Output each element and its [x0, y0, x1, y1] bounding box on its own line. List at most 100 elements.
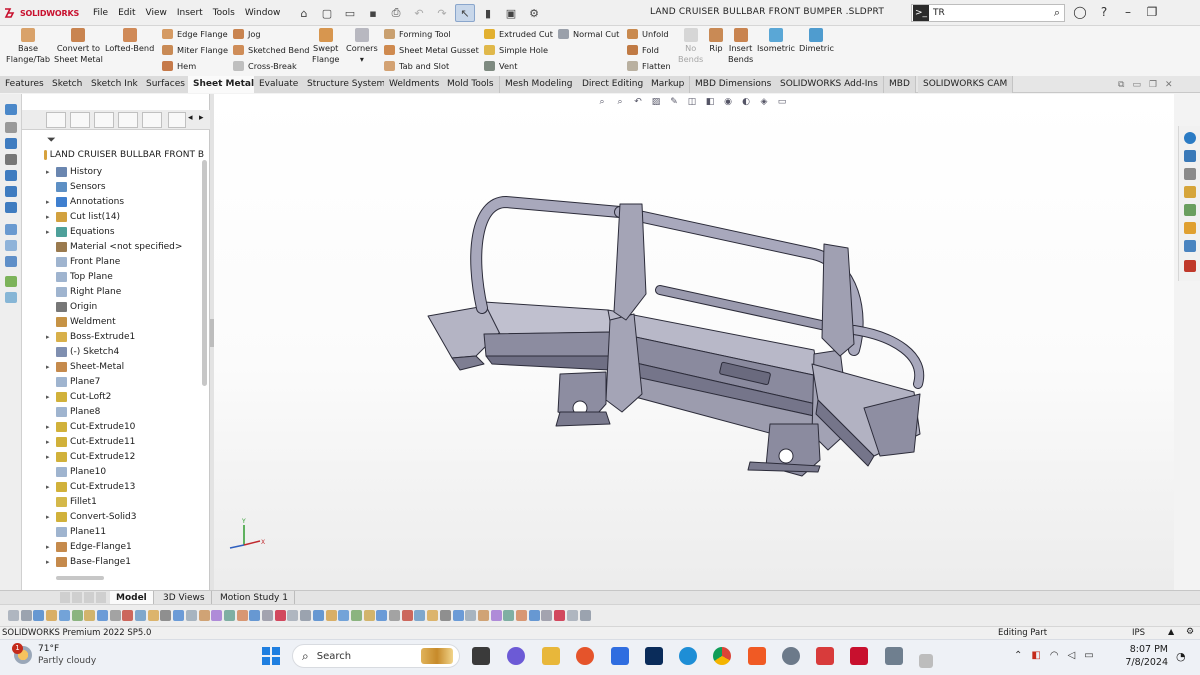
expand-arrow-icon[interactable]: ▸: [46, 363, 56, 371]
bottom-tool-icon[interactable]: [579, 610, 591, 621]
convert-to-sheet-metal-button[interactable]: Convert to Sheet Metal: [54, 28, 103, 65]
menu-view[interactable]: View: [141, 6, 172, 20]
forum-icon[interactable]: [1184, 260, 1196, 272]
redo-icon[interactable]: ↷: [432, 4, 452, 22]
tree-item[interactable]: Sensors: [46, 179, 106, 194]
sketched-bend-button[interactable]: Sketched Bend: [233, 44, 309, 56]
firefox-icon[interactable]: [576, 647, 594, 665]
tree-item[interactable]: Plane7: [46, 374, 100, 389]
tree-item[interactable]: ▸ Equations: [46, 224, 115, 239]
tab-mesh-modeling[interactable]: Mesh Modeling: [500, 76, 579, 93]
insert-bends-button[interactable]: Insert Bends: [728, 28, 753, 65]
folder-icon[interactable]: [1184, 186, 1196, 198]
section-view-icon[interactable]: ▨: [650, 96, 662, 108]
tab-motion-study[interactable]: Motion Study 1: [214, 591, 295, 605]
tree-item[interactable]: Plane10: [46, 464, 106, 479]
expand-arrow-icon[interactable]: ▸: [46, 558, 56, 566]
clock[interactable]: 8:07 PM 7/8/2024: [1124, 643, 1168, 669]
menu-insert[interactable]: Insert: [172, 6, 208, 20]
bottom-tool-icon[interactable]: [211, 610, 223, 621]
appearances-icon[interactable]: [1184, 222, 1196, 234]
traffic-light-icon[interactable]: ▮: [478, 4, 498, 22]
tree-item[interactable]: ▸ Boss-Extrude1: [46, 329, 135, 344]
dimetric-button[interactable]: Dimetric: [799, 28, 834, 54]
bottom-tool-icon[interactable]: [160, 610, 172, 621]
bottom-tool-icon[interactable]: [20, 610, 32, 621]
bottom-tool-icon[interactable]: [46, 610, 58, 621]
view-orientation-icon[interactable]: ◫: [686, 96, 698, 108]
expand-arrow-icon[interactable]: ▸: [46, 333, 56, 341]
edge-icon[interactable]: [679, 647, 697, 665]
hide-show-icon[interactable]: ◉: [722, 96, 734, 108]
customize-icon[interactable]: ⚙: [1186, 627, 1194, 637]
tab-surfaces[interactable]: Surfaces: [141, 76, 191, 93]
tree-item[interactable]: Weldment: [46, 314, 116, 329]
bottom-tool-icon[interactable]: [452, 610, 464, 621]
section-icon[interactable]: [5, 240, 17, 251]
bottom-tool-icon[interactable]: [147, 610, 159, 621]
bottom-tool-icon[interactable]: [541, 610, 553, 621]
snipping-icon[interactable]: [919, 654, 933, 668]
bottom-tool-icon[interactable]: [554, 610, 566, 621]
bottom-tool-icon[interactable]: [325, 610, 337, 621]
menu-edit[interactable]: Edit: [113, 6, 140, 20]
tab-sketch-ink[interactable]: Sketch Ink: [86, 76, 144, 93]
last-tab-icon[interactable]: [96, 592, 106, 603]
tree-item[interactable]: ▸ Cut-Extrude11: [46, 434, 135, 449]
bottom-tool-icon[interactable]: [503, 610, 515, 621]
feature-tree-hscrollbar[interactable]: [56, 576, 104, 580]
bottom-tool-icon[interactable]: [439, 610, 451, 621]
new-document-icon[interactable]: ▢: [317, 4, 337, 22]
bottom-tool-icon[interactable]: [71, 610, 83, 621]
expand-arrow-icon[interactable]: ▸: [46, 513, 56, 521]
previous-view-icon[interactable]: ↶: [632, 96, 644, 108]
restore-icon[interactable]: ❐: [1144, 5, 1160, 19]
tab-and-slot-button[interactable]: Tab and Slot: [384, 60, 479, 72]
tree-item[interactable]: Material <not specified>: [46, 239, 182, 254]
bottom-tool-icon[interactable]: [109, 610, 121, 621]
tree-item[interactable]: Right Plane: [46, 284, 121, 299]
security-icon[interactable]: ◧: [1031, 650, 1040, 661]
view-settings-icon[interactable]: ▭: [776, 96, 788, 108]
tree-item[interactable]: Fillet1: [46, 494, 97, 509]
bottom-tool-icon[interactable]: [262, 610, 273, 621]
tree-item[interactable]: (-) Sketch4: [46, 344, 119, 359]
extruded-cut-button[interactable]: Extruded Cut: [484, 28, 553, 40]
jog-button[interactable]: Jog: [233, 28, 309, 40]
bottom-tool-icon[interactable]: [96, 610, 108, 621]
acrobat-icon[interactable]: [816, 647, 834, 665]
next-tab-icon[interactable]: [84, 592, 94, 603]
rebuild-icon[interactable]: ▣: [501, 4, 521, 22]
corners-button[interactable]: Corners ▾: [346, 28, 378, 65]
corners-dropdown-icon[interactable]: ▾: [360, 54, 364, 65]
expand-arrow-icon[interactable]: ▸: [46, 393, 56, 401]
bottom-tool-icon[interactable]: [389, 610, 400, 621]
tab-weldments[interactable]: Weldments: [384, 76, 446, 93]
isometric-button[interactable]: Isometric: [757, 28, 795, 54]
mass-props-icon[interactable]: [5, 292, 17, 303]
select-icon[interactable]: ↖: [455, 4, 475, 22]
tree-item[interactable]: ▸ Cut-Extrude10: [46, 419, 135, 434]
weather-widget[interactable]: 1 71°F Partly cloudy: [12, 643, 96, 667]
expand-arrow-icon[interactable]: ▸: [46, 198, 56, 206]
bottom-tool-icon[interactable]: [376, 610, 388, 621]
tree-item[interactable]: ▸ Cut list(14): [46, 209, 120, 224]
tabs-scroll-left-icon[interactable]: ◂: [188, 113, 193, 123]
tab-mold-tools[interactable]: Mold Tools: [442, 76, 500, 93]
expand-arrow-icon[interactable]: ▸: [46, 453, 56, 461]
solidworks-taskbar-icon[interactable]: [850, 647, 868, 665]
display-icon[interactable]: [5, 224, 17, 235]
dynamic-annotation-icon[interactable]: ✎: [668, 96, 680, 108]
bottom-tool-icon[interactable]: [300, 610, 312, 621]
calculator-icon[interactable]: [885, 647, 903, 665]
task-view-icon[interactable]: [472, 647, 490, 665]
bottom-tool-icon[interactable]: [185, 610, 197, 621]
vent-button[interactable]: Vent: [484, 60, 553, 72]
file-explorer-taskbar-icon[interactable]: [542, 647, 560, 665]
undo-icon[interactable]: ↶: [409, 4, 429, 22]
tile-icon[interactable]: ⧉: [1118, 80, 1124, 90]
base-flange-button[interactable]: Base Flange/Tab: [6, 28, 50, 65]
notification-icon[interactable]: ◔: [1176, 650, 1186, 663]
zoom-to-fit-icon[interactable]: ⌕: [596, 96, 608, 108]
property-manager-tab-icon[interactable]: [70, 112, 90, 128]
